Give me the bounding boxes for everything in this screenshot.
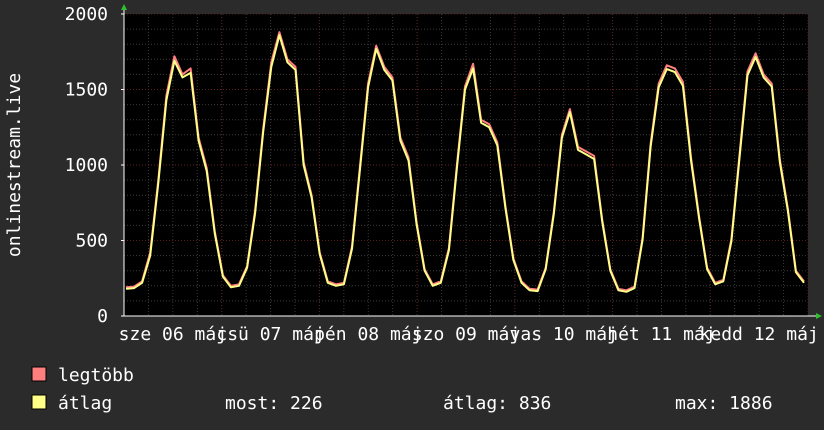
legend-swatch-legtobb — [31, 366, 47, 382]
x-tick-label: szo 09 máj — [412, 324, 520, 345]
y-tick-label: 2000 — [65, 4, 108, 25]
legend-label-atlag: átlag — [58, 393, 112, 414]
x-tick-labels: sze 06 májcsü 07 májpén 08 májszo 09 máj… — [119, 324, 819, 345]
y-tick-label: 1000 — [65, 155, 108, 176]
y-tick-label: 0 — [97, 306, 108, 327]
stat-max: max: 1886 — [675, 393, 773, 414]
chart: 0 500 1000 1500 2000 sze 06 májcsü 07 májpén… — [0, 0, 824, 430]
x-tick-label: kedd 12 máj — [700, 324, 819, 345]
x-tick-label: sze 06 máj — [119, 324, 227, 345]
legend-label-legtobb: legtöbb — [58, 365, 134, 386]
y-tick-label: 500 — [75, 231, 108, 252]
stat-avg: átlag: 836 — [443, 393, 551, 414]
x-tick-label: pén 08 máj — [314, 324, 422, 345]
stat-now: most: 226 — [225, 393, 323, 414]
legend-swatch-atlag — [31, 394, 47, 410]
y-axis-label: onlinestream.live — [4, 73, 25, 257]
x-tick-label: csü 07 máj — [216, 324, 324, 345]
y-tick-label: 1500 — [65, 80, 108, 101]
x-tick-label: vas 10 máj — [510, 324, 618, 345]
